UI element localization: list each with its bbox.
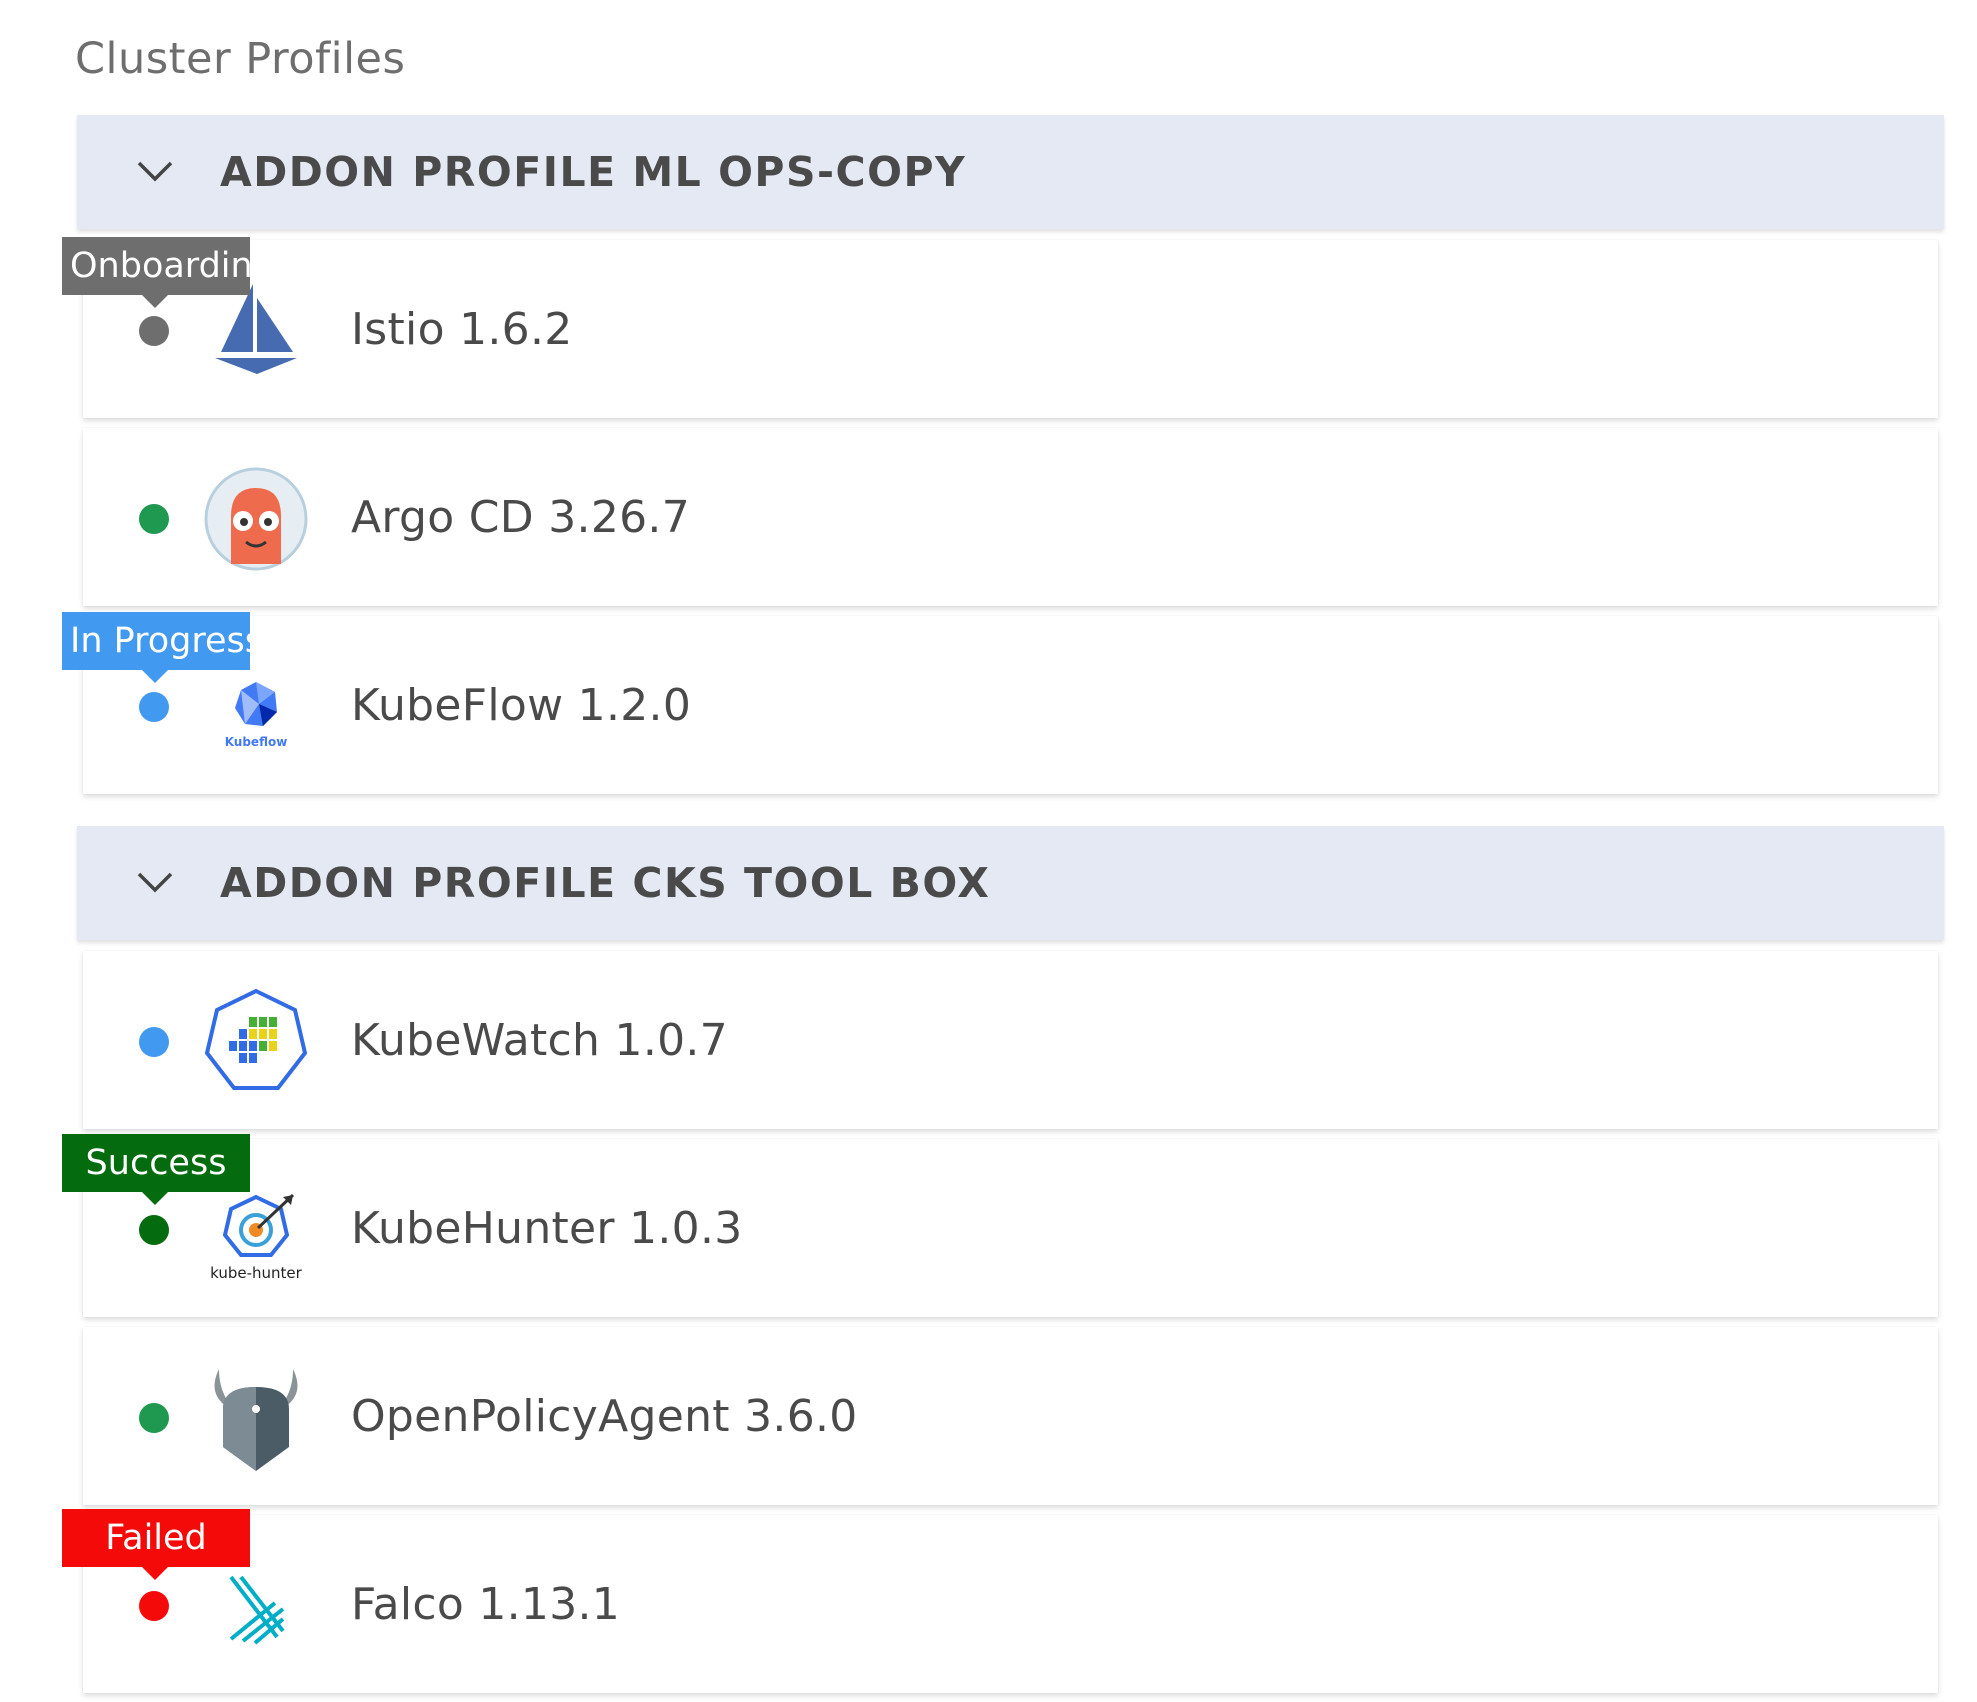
status-dot-in-progress [139,1027,169,1057]
cluster-profiles-page: Cluster Profiles ADDON PROFILE ML OPS-CO… [0,0,1977,1702]
addon-label: OpenPolicyAgent 3.6.0 [351,1391,858,1442]
addon-item-kubeflow[interactable]: Kubeflow KubeFlow 1.2.0 [83,616,1938,794]
chevron-down-icon[interactable] [135,862,175,902]
svg-text:kube-hunter: kube-hunter [210,1264,303,1282]
group-title: ADDON PROFILE ML OPS-COPY [220,148,967,196]
addon-item-argo-cd[interactable]: Argo CD 3.26.7 [83,428,1938,606]
addon-label: KubeFlow 1.2.0 [351,680,692,731]
falco-icon [229,1575,285,1645]
status-dot-healthy [139,504,169,534]
group-title: ADDON PROFILE CKS TOOL BOX [220,859,991,907]
group-header-ml-ops[interactable]: ADDON PROFILE ML OPS-COPY [77,115,1944,229]
status-dot-failed [139,1591,169,1621]
svg-text:Kubeflow: Kubeflow [225,735,288,749]
status-dot-healthy [139,1403,169,1433]
status-tooltip-in-progress: In Progress [62,612,263,683]
group-header-cks-tool-box[interactable]: ADDON PROFILE CKS TOOL BOX [77,826,1944,940]
status-tooltip-success: Success [62,1134,250,1205]
addon-label: Istio 1.6.2 [351,304,573,355]
chevron-down-icon[interactable] [135,151,175,191]
argo-cd-icon [204,467,308,571]
addon-label: KubeHunter 1.0.3 [351,1203,743,1254]
addon-label: KubeWatch 1.0.7 [351,1015,728,1066]
addon-item-istio[interactable]: Istio 1.6.2 [83,240,1938,418]
opa-icon [214,1369,298,1471]
status-dot-onboarding [139,316,169,346]
addon-item-kubehunter[interactable]: kube-hunter KubeHunter 1.0.3 [83,1139,1938,1317]
page-title: Cluster Profiles [75,34,406,84]
status-dot-in-progress [139,692,169,722]
addon-item-kubewatch[interactable]: KubeWatch 1.0.7 [83,951,1938,1129]
status-dot-success [139,1215,169,1245]
status-tooltip-failed: Failed [62,1509,250,1580]
addon-label: Falco 1.13.1 [351,1579,621,1630]
kubewatch-icon [204,988,308,1090]
addon-item-openpolicyagent[interactable]: OpenPolicyAgent 3.6.0 [83,1327,1938,1505]
status-tooltip-onboarding: Onboarding [62,237,275,308]
addon-label: Argo CD 3.26.7 [351,492,690,543]
addon-item-falco[interactable]: Falco 1.13.1 [83,1515,1938,1693]
